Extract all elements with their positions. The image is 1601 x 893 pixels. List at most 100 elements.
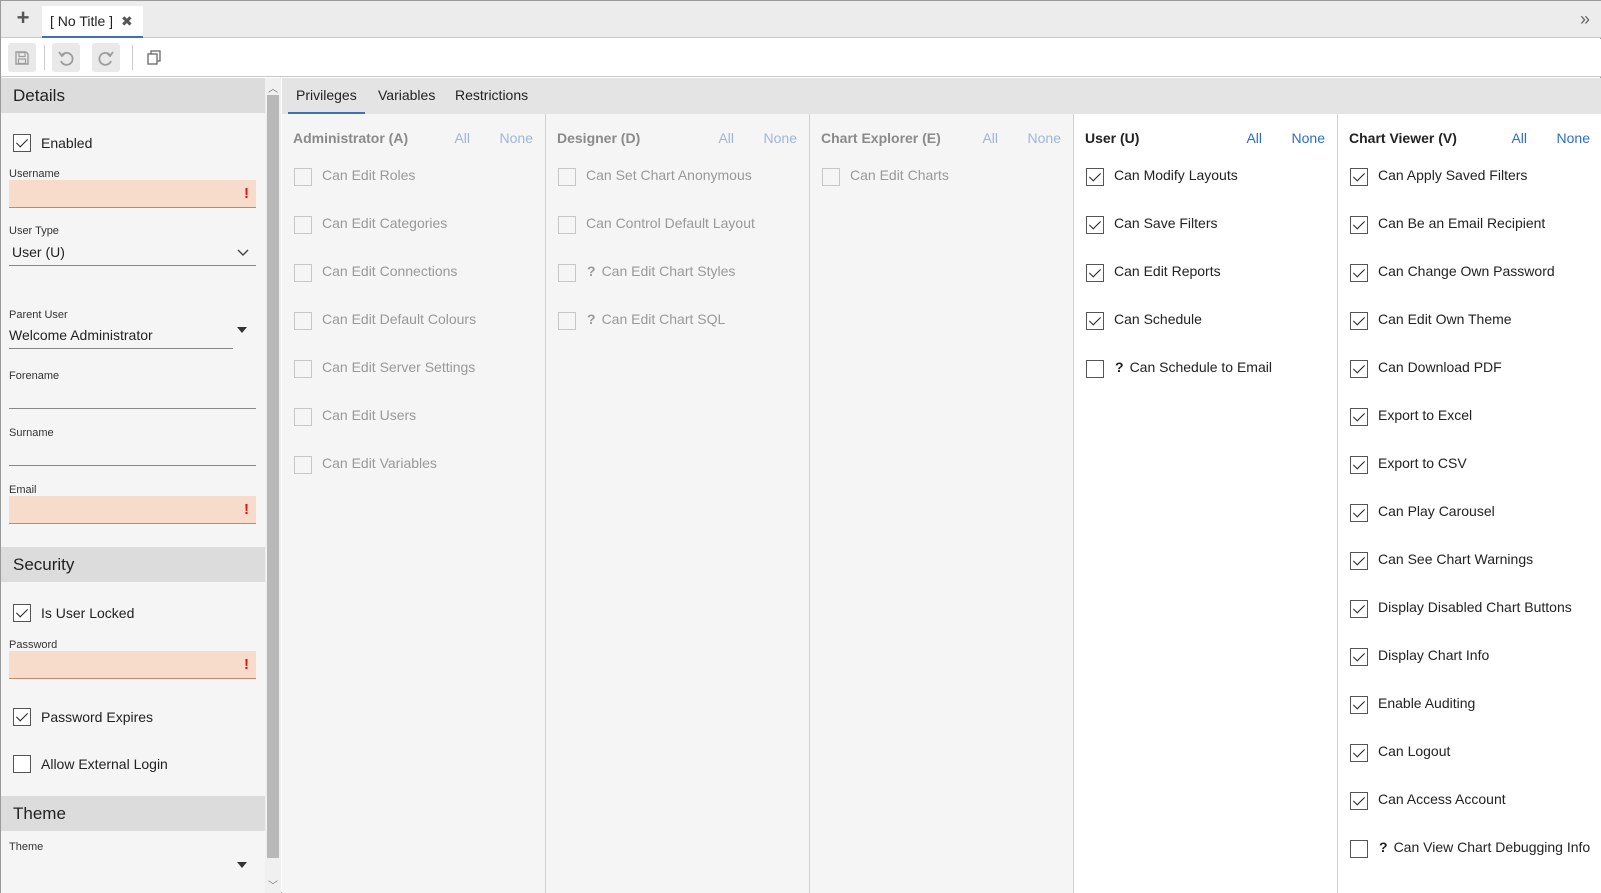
privilege-checkbox[interactable] — [1350, 408, 1368, 426]
is-user-locked-row[interactable]: Is User Locked — [13, 604, 134, 622]
save-button[interactable] — [8, 43, 36, 72]
help-icon[interactable]: ? — [1379, 839, 1388, 855]
surname-input[interactable] — [9, 438, 256, 466]
plus-icon[interactable]: + — [13, 7, 33, 29]
select-none-link[interactable]: None — [1292, 130, 1325, 146]
select-none-link[interactable]: None — [500, 130, 533, 146]
privilege-item[interactable]: Export to Excel — [1350, 407, 1590, 455]
privilege-checkbox[interactable] — [294, 264, 312, 282]
privilege-item[interactable]: Can Access Account — [1350, 791, 1590, 839]
privilege-checkbox[interactable] — [1350, 312, 1368, 330]
privilege-item[interactable]: Can Modify Layouts — [1086, 167, 1272, 215]
privilege-item[interactable]: ? Can Schedule to Email — [1086, 359, 1272, 407]
privilege-checkbox[interactable] — [1350, 264, 1368, 282]
privilege-item[interactable]: Can Edit Roles — [294, 167, 476, 215]
user-type-select[interactable]: User (U) — [9, 238, 256, 266]
help-icon[interactable]: ? — [587, 263, 596, 279]
privilege-item[interactable]: Can Edit Own Theme — [1350, 311, 1590, 359]
privilege-checkbox[interactable] — [1086, 168, 1104, 186]
select-none-link[interactable]: None — [1028, 130, 1061, 146]
privilege-checkbox[interactable] — [1086, 312, 1104, 330]
privilege-item[interactable]: Export to CSV — [1350, 455, 1590, 503]
is-user-locked-checkbox[interactable] — [13, 604, 31, 622]
privilege-item[interactable]: Can Edit Categories — [294, 215, 476, 263]
privilege-item[interactable]: Can Set Chart Anonymous — [558, 167, 755, 215]
privilege-checkbox[interactable] — [294, 408, 312, 426]
privilege-checkbox[interactable] — [1086, 216, 1104, 234]
privilege-item[interactable]: Can Edit Charts — [822, 167, 949, 215]
allow-external-login-row[interactable]: Allow External Login — [13, 755, 168, 773]
privilege-checkbox[interactable] — [294, 312, 312, 330]
privilege-checkbox[interactable] — [1350, 456, 1368, 474]
select-all-link[interactable]: All — [454, 130, 470, 146]
username-input[interactable]: ! — [9, 180, 256, 208]
copy-button[interactable] — [140, 43, 168, 72]
forename-input[interactable] — [9, 381, 256, 409]
caret-down-icon[interactable] — [237, 327, 247, 333]
privilege-item[interactable]: Enable Auditing — [1350, 695, 1590, 743]
privilege-checkbox[interactable] — [1350, 744, 1368, 762]
password-expires-row[interactable]: Password Expires — [13, 708, 153, 726]
help-icon[interactable]: ? — [1115, 359, 1124, 375]
privilege-checkbox[interactable] — [1350, 696, 1368, 714]
privilege-checkbox[interactable] — [1350, 552, 1368, 570]
privilege-item[interactable]: ? Can Edit Chart Styles — [558, 263, 755, 311]
privilege-checkbox[interactable] — [558, 216, 576, 234]
privilege-item[interactable]: Can Play Carousel — [1350, 503, 1590, 551]
privilege-checkbox[interactable] — [1350, 648, 1368, 666]
password-input[interactable]: ! — [9, 651, 256, 679]
privilege-item[interactable]: Can Edit Variables — [294, 455, 476, 503]
allow-external-login-checkbox[interactable] — [13, 755, 31, 773]
tab-privileges[interactable]: Privileges — [288, 78, 365, 114]
privilege-item[interactable]: ? Can View Chart Debugging Info — [1350, 839, 1590, 887]
privilege-checkbox[interactable] — [1350, 504, 1368, 522]
privilege-checkbox[interactable] — [1350, 840, 1368, 858]
privilege-checkbox[interactable] — [1086, 360, 1104, 378]
privilege-item[interactable]: Can Control Default Layout — [558, 215, 755, 263]
privilege-item[interactable]: Can Edit Server Settings — [294, 359, 476, 407]
privilege-checkbox[interactable] — [1350, 360, 1368, 378]
privilege-checkbox[interactable] — [1350, 600, 1368, 618]
privilege-item[interactable]: Can Change Own Password — [1350, 263, 1590, 311]
privilege-checkbox[interactable] — [294, 360, 312, 378]
privilege-item[interactable]: Display Disabled Chart Buttons — [1350, 599, 1590, 647]
parent-user-select[interactable]: Welcome Administrator — [9, 321, 247, 349]
privilege-item[interactable]: ? Can Edit Chart SQL — [558, 311, 755, 359]
enabled-checkbox[interactable] — [13, 134, 31, 152]
privilege-item[interactable]: Can Save Filters — [1086, 215, 1272, 263]
privilege-checkbox[interactable] — [294, 456, 312, 474]
select-none-link[interactable]: None — [764, 130, 797, 146]
theme-select[interactable] — [9, 852, 247, 880]
select-none-link[interactable]: None — [1557, 130, 1590, 146]
privilege-item[interactable]: Can Edit Connections — [294, 263, 476, 311]
tab-restrictions[interactable]: Restrictions — [447, 78, 536, 114]
select-all-link[interactable]: All — [1246, 130, 1262, 146]
privilege-item[interactable]: Display Chart Info — [1350, 647, 1590, 695]
scrollbar-thumb[interactable] — [267, 95, 279, 858]
double-chevron-right-icon[interactable]: » — [1580, 9, 1590, 30]
privilege-checkbox[interactable] — [294, 168, 312, 186]
privilege-item[interactable]: Can Edit Users — [294, 407, 476, 455]
privilege-checkbox[interactable] — [294, 216, 312, 234]
help-icon[interactable]: ? — [587, 311, 596, 327]
email-input[interactable]: ! — [9, 496, 256, 524]
select-all-link[interactable]: All — [718, 130, 734, 146]
enabled-checkbox-row[interactable]: Enabled — [13, 134, 92, 152]
select-all-link[interactable]: All — [1511, 130, 1527, 146]
privilege-item[interactable]: Can Apply Saved Filters — [1350, 167, 1590, 215]
select-all-link[interactable]: All — [982, 130, 998, 146]
privilege-checkbox[interactable] — [558, 312, 576, 330]
privilege-checkbox[interactable] — [558, 264, 576, 282]
privilege-checkbox[interactable] — [558, 168, 576, 186]
tab-variables[interactable]: Variables — [370, 78, 443, 114]
privilege-item[interactable]: Can Be an Email Recipient — [1350, 215, 1590, 263]
redo-button[interactable] — [92, 43, 120, 72]
sidebar-scrollbar[interactable]: ︿ ﹀ — [265, 78, 281, 893]
privilege-item[interactable]: Can Download PDF — [1350, 359, 1590, 407]
tab-document[interactable]: [ No Title ] ✖ — [42, 6, 143, 38]
privilege-checkbox[interactable] — [1350, 216, 1368, 234]
privilege-checkbox[interactable] — [1086, 264, 1104, 282]
scroll-down-icon[interactable]: ﹀ — [265, 877, 281, 892]
privilege-item[interactable]: Can Logout — [1350, 743, 1590, 791]
privilege-item[interactable]: Can Edit Reports — [1086, 263, 1272, 311]
